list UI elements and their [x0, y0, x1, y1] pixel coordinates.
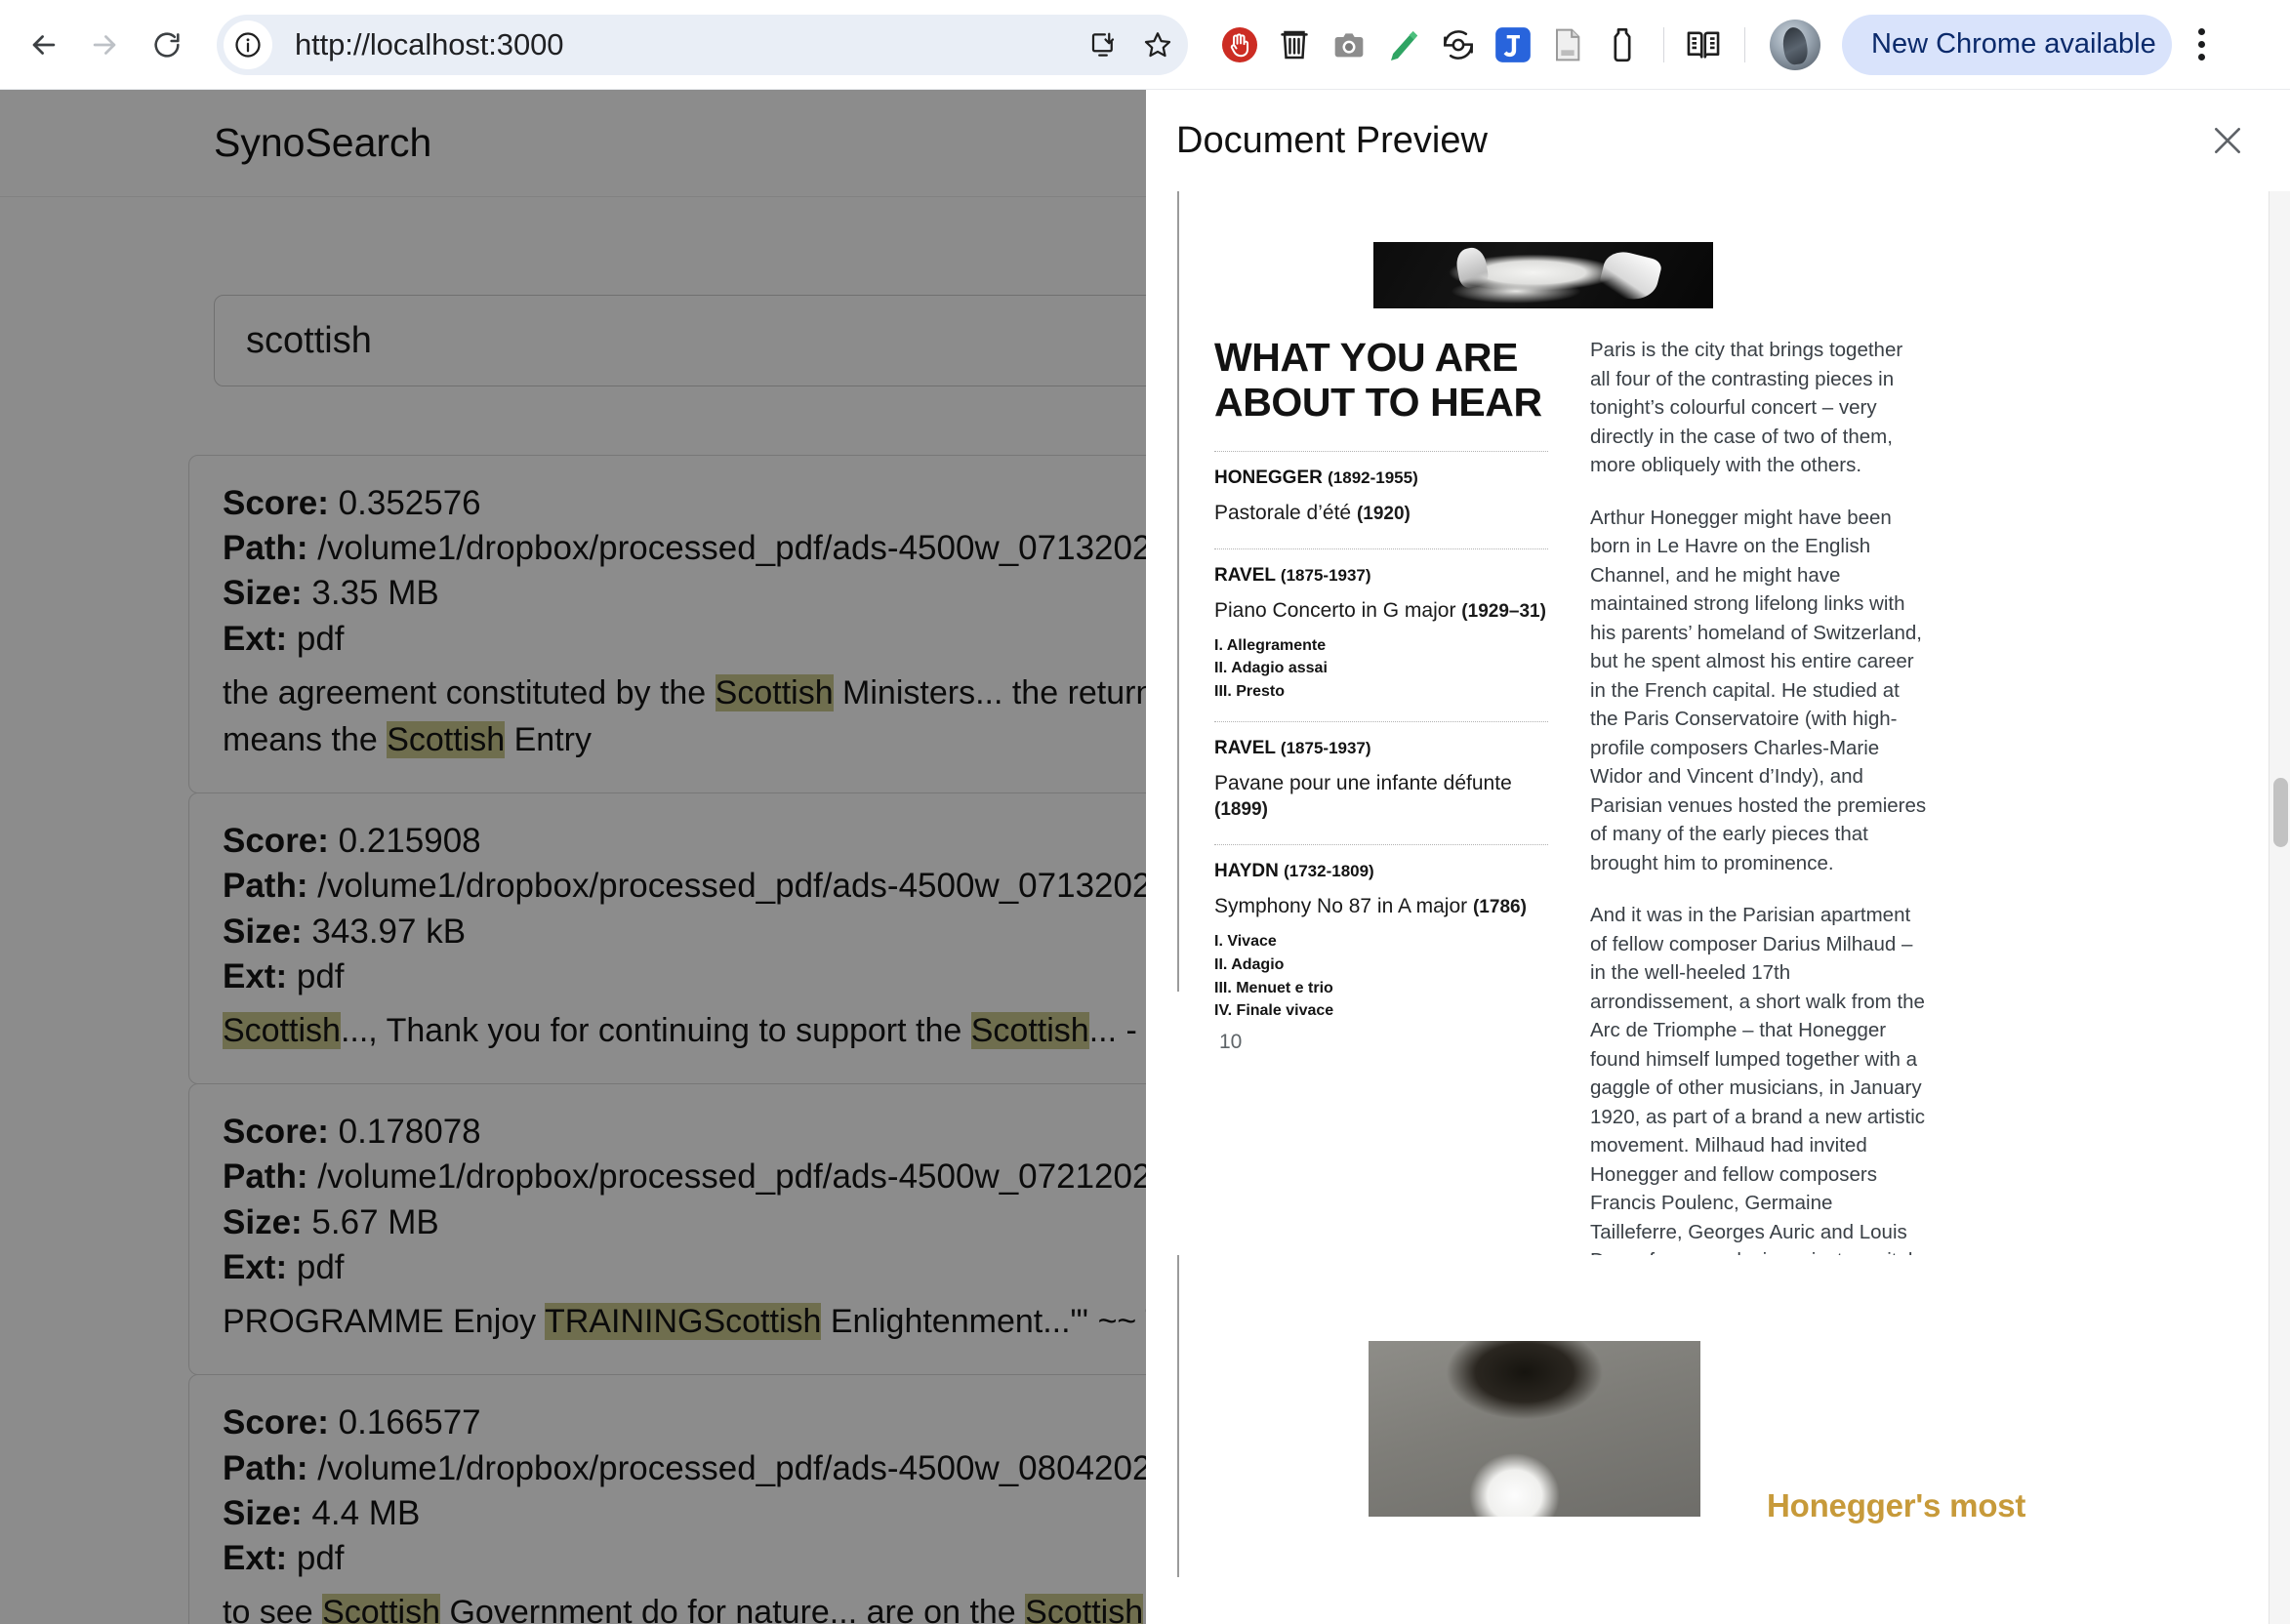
toolbar-divider-2	[1744, 26, 1745, 62]
programme-work: Pavane pour une infante défunte (1899)	[1214, 771, 1512, 821]
programme-list: HONEGGER (1892-1955) Pastorale d’été (192…	[1214, 450, 1548, 1040]
document-preview-title: Document Preview	[1176, 119, 1488, 161]
pdf-paragraph: Arthur Honegger might have been born in …	[1590, 506, 1927, 874]
trash-icon[interactable]	[1268, 19, 1321, 71]
site-info-button[interactable]	[224, 20, 272, 69]
pdf-section-heading: WHAT YOU ARE ABOUT TO HEAR	[1214, 335, 1542, 425]
composer-dates: (1875-1937)	[1280, 738, 1371, 757]
programme-entry: HONEGGER (1892-1955) Pastorale d’été (192…	[1214, 450, 1548, 548]
install-app-icon	[1091, 32, 1115, 57]
programme-composer: HONEGGER (1892-1955)	[1214, 467, 1418, 488]
menu-dot-1	[2198, 28, 2206, 35]
programme-composer: RAVEL (1875-1937)	[1214, 564, 1371, 586]
close-button[interactable]	[2200, 113, 2255, 168]
pdf-paragraph: Paris is the city that brings together a…	[1590, 339, 1903, 477]
url-text: http://localhost:3000	[295, 26, 564, 61]
programme-composer: HAYDN (1732-1809)	[1214, 861, 1374, 882]
document-preview-panel: Document Preview WHAT YOU ARE ABOUT TO H…	[1146, 90, 2290, 1624]
chrome-update-label: New Chrome available	[1871, 28, 2156, 60]
timpani-percussion-photo	[1373, 242, 1713, 308]
programme-work: Piano Concerto in G major (1929–31)	[1214, 598, 1546, 622]
green-pen-icon[interactable]	[1377, 19, 1430, 71]
pdf-page-number: 10	[1219, 1031, 1243, 1053]
close-x-icon	[2215, 128, 2240, 153]
address-bar[interactable]: http://localhost:3000	[217, 14, 1188, 75]
composer-portrait-photo	[1369, 1341, 1700, 1517]
bookmark-button[interactable]	[1133, 20, 1182, 69]
programme-movement: II. Adagio	[1214, 955, 1285, 973]
programme-work: Symphony No 87 in A major (1786)	[1214, 895, 1527, 918]
programme-movement: III. Presto	[1214, 682, 1286, 700]
reload-button[interactable]	[139, 17, 195, 73]
pocket-clip-icon[interactable]	[1596, 19, 1649, 71]
work-year: (1920)	[1356, 503, 1411, 524]
work-year: (1786)	[1472, 897, 1527, 918]
camera-icon[interactable]	[1323, 19, 1375, 71]
reload-icon	[154, 31, 180, 58]
composer-dates: (1875-1937)	[1280, 565, 1371, 585]
composer-dates: (1892-1955)	[1328, 467, 1418, 487]
work-year: (1929–31)	[1461, 600, 1546, 622]
extensions-toolbar	[1213, 19, 1820, 71]
joplin-icon[interactable]	[1487, 19, 1539, 71]
sync-clock-icon[interactable]	[1432, 19, 1485, 71]
pdf-page: WHAT YOU ARE ABOUT TO HEAR HONEGGER (189…	[1146, 191, 2290, 1624]
preview-scrollbar[interactable]	[2269, 191, 2290, 1624]
document-preview-scroll-area[interactable]: WHAT YOU ARE ABOUT TO HEAR HONEGGER (189…	[1146, 191, 2290, 1624]
preview-scrollbar-thumb[interactable]	[2273, 778, 2288, 847]
work-year: (1899)	[1214, 799, 1268, 821]
menu-dot-3	[2198, 54, 2206, 61]
arrow-right-icon	[93, 34, 116, 55]
programme-work: Pastorale d’été (1920)	[1214, 501, 1411, 524]
back-button[interactable]	[16, 17, 72, 73]
pdf-margin-rule-next	[1177, 1255, 1179, 1577]
star-outline-icon	[1144, 31, 1171, 57]
pdf-page-next: Honegger's most	[1146, 1255, 2290, 1624]
chrome-menu-button[interactable]	[2180, 20, 2225, 70]
programme-movement: IV. Finale vivace	[1214, 1002, 1334, 1020]
forward-button[interactable]	[76, 17, 133, 73]
avatar[interactable]	[1770, 19, 1820, 70]
programme-entry: RAVEL (1875-1937) Piano Concerto in G maj…	[1214, 548, 1548, 721]
programme-entry: HAYDN (1732-1809) Symphony No 87 in A maj…	[1214, 844, 1548, 1040]
pdf-margin-rule	[1177, 191, 1179, 992]
toolbar-divider	[1663, 26, 1664, 62]
chrome-update-chip[interactable]: New Chrome available	[1842, 14, 2172, 75]
programme-movement: I. Allegramente	[1214, 636, 1327, 654]
ublock-origin-icon[interactable]	[1213, 19, 1266, 71]
programme-entry: RAVEL (1875-1937) Pavane pour une infante…	[1214, 720, 1548, 845]
programme-composer: RAVEL (1875-1937)	[1214, 737, 1371, 758]
document-preview-header: Document Preview	[1146, 90, 2290, 191]
browser-toolbar: http://localhost:3000 New Chrome availab…	[0, 0, 2290, 90]
info-circle-icon	[235, 31, 261, 58]
document-icon[interactable]	[1541, 19, 1594, 71]
programme-movements: I. Vivace II. Adagio III. Menuet e trio IV.…	[1214, 930, 1548, 1023]
composer-dates: (1732-1809)	[1284, 862, 1374, 881]
programme-movement: II. Adagio assai	[1214, 660, 1328, 677]
pdf-left-column: WHAT YOU ARE ABOUT TO HEAR HONEGGER (189…	[1214, 335, 1548, 1040]
pdf-gold-heading: Honegger's most	[1767, 1487, 2026, 1523]
install-app-button[interactable]	[1079, 20, 1127, 69]
programme-movements: I. Allegramente II. Adagio assai III. Pres…	[1214, 634, 1548, 704]
programme-movement: I. Vivace	[1214, 933, 1277, 951]
reader-book-icon[interactable]	[1677, 19, 1730, 71]
programme-movement: III. Menuet e trio	[1214, 979, 1333, 996]
arrow-left-icon	[32, 34, 56, 55]
menu-dot-2	[2198, 41, 2206, 48]
